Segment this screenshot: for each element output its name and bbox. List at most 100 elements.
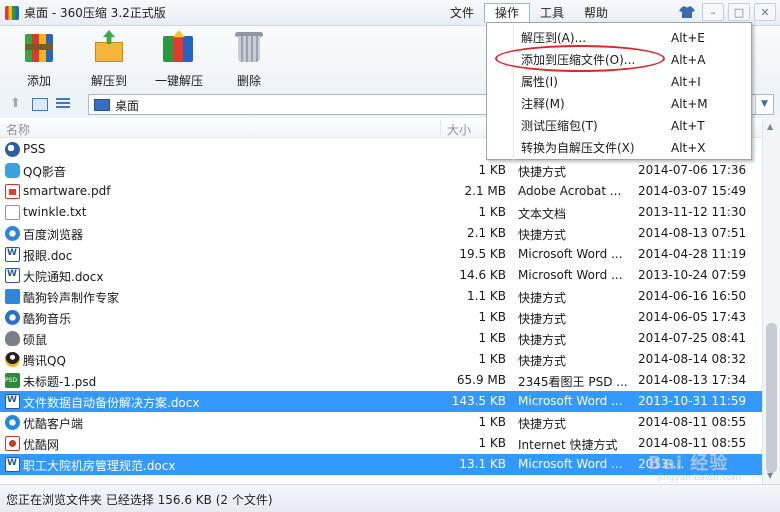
file-row[interactable]: 报眼.doc 19.5 KB Microsoft Word ... 2014-04-2… bbox=[0, 244, 762, 265]
minimize-button[interactable]: – bbox=[702, 3, 724, 21]
file-name: 文件数据自动备份解决方案.docx bbox=[23, 396, 200, 410]
mouse-icon bbox=[5, 331, 20, 346]
app-window: 桌面 - 360压缩 3.2正式版 文件 操作 工具 帮助 – □ ✕ 添加 解… bbox=[0, 0, 780, 512]
menu-file[interactable]: 文件 bbox=[440, 3, 484, 23]
file-type: 快捷方式 bbox=[518, 291, 567, 305]
kugou-ring-icon bbox=[5, 289, 20, 304]
file-name: 百度浏览器 bbox=[23, 228, 84, 242]
menu-item-shortcut: Alt+M bbox=[671, 97, 708, 111]
menu-help[interactable]: 帮助 bbox=[574, 3, 618, 23]
file-row[interactable]: 大院通知.docx 14.6 KB Microsoft Word ... 2013-1… bbox=[0, 265, 762, 286]
scroll-down-icon[interactable]: ▼ bbox=[767, 471, 773, 480]
file-type: Microsoft Word ... bbox=[518, 268, 623, 282]
file-row[interactable]: 优酷客户端 1 KB 快捷方式 2014-08-11 08:55 bbox=[0, 412, 762, 433]
qqplayer-icon bbox=[5, 163, 20, 178]
one-click-extract-button[interactable]: 一键解压 bbox=[144, 30, 214, 90]
youku-icon bbox=[5, 415, 20, 430]
delete-button[interactable]: 删除 bbox=[214, 30, 284, 90]
add-button[interactable]: 添加 bbox=[4, 30, 74, 90]
menu-item-comment[interactable]: 注释(M) Alt+M bbox=[487, 93, 751, 115]
file-date: 2014-08-11 08:55 bbox=[638, 415, 747, 429]
menu-item-shortcut: Alt+A bbox=[671, 53, 706, 67]
file-row[interactable]: smartware.pdf 2.1 MB Adobe Acrobat ... 2014… bbox=[0, 181, 762, 202]
desktop-icon bbox=[94, 99, 110, 111]
file-date: 2014-08-13 17:34 bbox=[638, 373, 747, 387]
file-type: 快捷方式 bbox=[518, 333, 567, 347]
file-type: 快捷方式 bbox=[518, 165, 567, 179]
trash-can-icon bbox=[231, 30, 267, 64]
file-type: Microsoft Word ... bbox=[518, 457, 623, 471]
menu-item-label: 转换为自解压文件(X) bbox=[521, 141, 635, 155]
path-dropdown-icon[interactable]: ▼ bbox=[755, 95, 773, 114]
path-text: 桌面 bbox=[115, 99, 140, 113]
file-row[interactable]: 百度浏览器 2.1 KB 快捷方式 2014-08-13 07:51 bbox=[0, 223, 762, 244]
file-row[interactable]: 酷狗音乐 1 KB 快捷方式 2014-06-05 17:43 bbox=[0, 307, 762, 328]
url-icon bbox=[5, 436, 20, 451]
scroll-thumb[interactable] bbox=[766, 323, 777, 473]
one-click-label: 一键解压 bbox=[154, 74, 203, 88]
file-type: 快捷方式 bbox=[518, 228, 567, 242]
file-name: 硕鼠 bbox=[23, 333, 48, 347]
file-type: 快捷方式 bbox=[518, 417, 567, 431]
close-button[interactable]: ✕ bbox=[754, 3, 776, 21]
file-row[interactable]: 职工大院机房管理规范.docx 13.1 KB Microsoft Word ...… bbox=[0, 454, 762, 475]
txt-icon bbox=[5, 205, 20, 220]
file-date: 2014-06-16 16:50 bbox=[638, 289, 747, 303]
archive-add-icon bbox=[21, 30, 57, 64]
scroll-up-icon[interactable]: ▲ bbox=[767, 122, 773, 131]
menu-bar: 文件 操作 工具 帮助 bbox=[440, 3, 618, 23]
thumbnail-view-icon[interactable] bbox=[32, 97, 48, 111]
list-view-icon[interactable] bbox=[56, 98, 70, 110]
file-size: 1 KB bbox=[478, 331, 506, 345]
shirt-icon[interactable] bbox=[676, 3, 698, 21]
extract-to-button[interactable]: 解压到 bbox=[74, 30, 144, 90]
file-date: 2014-06-05 17:43 bbox=[638, 310, 747, 324]
menu-tools[interactable]: 工具 bbox=[530, 3, 574, 23]
file-size: 1.1 KB bbox=[467, 289, 506, 303]
qq-icon bbox=[5, 352, 20, 367]
file-row[interactable]: 腾讯QQ 1 KB 快捷方式 2014-08-14 08:32 bbox=[0, 349, 762, 370]
file-row[interactable]: 硕鼠 1 KB 快捷方式 2014-07-25 08:41 bbox=[0, 328, 762, 349]
file-size: 2.1 MB bbox=[464, 184, 506, 198]
file-date: 2014-03-07 15:49 bbox=[638, 184, 747, 198]
file-type: Internet 快捷方式 bbox=[518, 438, 618, 452]
menu-item-convert-sfx[interactable]: 转换为自解压文件(X) Alt+X bbox=[487, 137, 751, 159]
file-name: 大院通知.docx bbox=[23, 270, 104, 284]
file-date: 2014-04-28 11:19 bbox=[638, 247, 747, 261]
file-name: smartware.pdf bbox=[23, 184, 111, 198]
file-date: 2013-10-31 11:59 bbox=[638, 394, 747, 408]
file-row[interactable]: 未标题-1.psd 65.9 MB 2345看图王 PSD ... 2014-08-1… bbox=[0, 370, 762, 391]
file-date: 2014-07-25 08:41 bbox=[638, 331, 747, 345]
file-date: 2013-... bbox=[638, 457, 685, 471]
file-size: 14.6 KB bbox=[459, 268, 506, 282]
add-label: 添加 bbox=[26, 74, 51, 88]
file-name: 未标题-1.psd bbox=[23, 375, 97, 389]
file-row[interactable]: 文件数据自动备份解决方案.docx 143.5 KB Microsoft Word … bbox=[0, 391, 762, 412]
operation-menu: 解压到(A)... Alt+E 添加到压缩文件(O)... Alt+A 属性(I… bbox=[486, 22, 752, 161]
word-icon bbox=[5, 268, 20, 283]
file-row[interactable]: 优酷网 1 KB Internet 快捷方式 2014-08-11 08:55 bbox=[0, 433, 762, 454]
file-date: 2013-11-12 11:30 bbox=[638, 205, 747, 219]
file-date: 2013-10-24 07:59 bbox=[638, 268, 747, 282]
up-arrow-icon[interactable]: ⬆ bbox=[10, 97, 24, 111]
file-size: 1 KB bbox=[478, 415, 506, 429]
menu-operation[interactable]: 操作 bbox=[484, 3, 531, 23]
column-name-header[interactable]: 名称 bbox=[6, 121, 30, 138]
maximize-button[interactable]: □ bbox=[728, 3, 750, 21]
nav-controls: ⬆ bbox=[10, 97, 70, 111]
column-divider[interactable] bbox=[440, 120, 441, 136]
file-type: 2345看图王 PSD ... bbox=[518, 375, 628, 389]
menu-item-properties[interactable]: 属性(I) Alt+I bbox=[487, 71, 751, 93]
vertical-scrollbar[interactable]: ▲ ▼ bbox=[762, 118, 780, 484]
file-row[interactable]: 酷狗铃声制作专家 1.1 KB 快捷方式 2014-06-16 16:50 bbox=[0, 286, 762, 307]
file-size: 2.1 KB bbox=[467, 226, 506, 240]
quick-extract-icon bbox=[161, 30, 197, 64]
file-row[interactable]: QQ影音 1 KB 快捷方式 2014-07-06 17:36 bbox=[0, 160, 762, 181]
menu-item-shortcut: Alt+X bbox=[671, 141, 706, 155]
column-size-header[interactable]: 大小 bbox=[447, 121, 471, 138]
word-icon bbox=[5, 457, 20, 472]
menu-item-test-archive[interactable]: 测试压缩包(T) Alt+T bbox=[487, 115, 751, 137]
file-row[interactable]: twinkle.txt 1 KB 文本文档 2013-11-12 11:30 bbox=[0, 202, 762, 223]
file-name: 报眼.doc bbox=[23, 249, 73, 263]
file-name: 优酷客户端 bbox=[23, 417, 84, 431]
